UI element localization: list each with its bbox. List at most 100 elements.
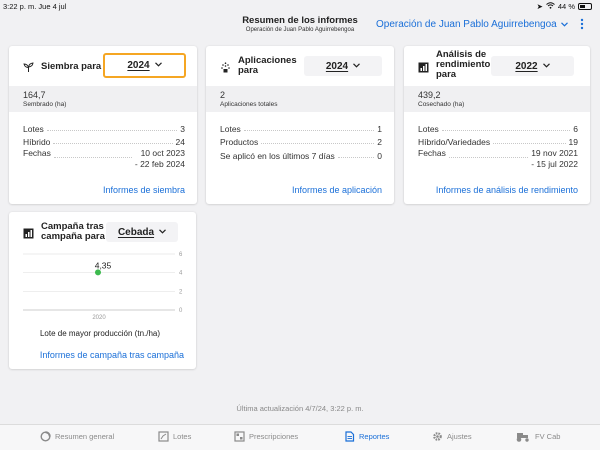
page-title: Resumen de los informes Operación de Jua… xyxy=(234,15,366,33)
tab-fields[interactable]: Lotes xyxy=(158,431,191,442)
status-time-date: 3:22 p. m. Jue 4 jul xyxy=(3,2,67,11)
planting-rows: Lotes 3 Híbrido 24 Fechas 10 oct 2023 - … xyxy=(23,120,185,170)
row-label: Lotes xyxy=(418,123,439,134)
card-applications: Aplicaciones para 2024 2 Aplicaciones to… xyxy=(206,46,394,204)
chart-y-tick-label: 6 xyxy=(179,252,183,258)
card-yield-label: Análisis de rendimiento para xyxy=(436,50,490,80)
date-start: 19 nov 2021 xyxy=(531,148,578,158)
tab-label: Resumen general xyxy=(55,432,115,441)
location-icon: ➤ xyxy=(536,2,543,11)
row-value: 6 xyxy=(573,123,578,134)
planting-reports-link[interactable]: Informes de siembra xyxy=(103,185,185,195)
applications-rows: Lotes 1 Productos 2 Se aplicó en los últ… xyxy=(220,120,382,161)
planting-metric: 164,7 Sembrado (ha) xyxy=(9,86,197,112)
operation-selector[interactable]: Operación de Juan Pablo Aguirrebengoa xyxy=(376,19,568,30)
last-update-text: Última actualización 4/7/24, 3:22 p. m. xyxy=(236,404,364,413)
summary-icon xyxy=(40,431,51,442)
card-planting-label: Siembra para xyxy=(41,61,102,72)
applications-metric-value: 2 xyxy=(220,90,226,100)
row-label: Híbrido/Variedades xyxy=(418,137,491,147)
list-item: Híbrido 24 xyxy=(23,134,185,147)
row-value: 19 xyxy=(568,137,578,147)
applications-year-value: 2024 xyxy=(325,60,349,72)
yield-reports-link[interactable]: Informes de análisis de rendimiento xyxy=(436,185,578,195)
tab-settings[interactable]: Ajustes xyxy=(432,431,472,442)
tab-label: Reportes xyxy=(359,432,390,441)
operation-selector-label: Operación de Juan Pablo Aguirrebengoa xyxy=(376,19,557,30)
tab-reports[interactable]: Reportes xyxy=(344,431,389,442)
tab-equipment[interactable]: FV Cab xyxy=(515,431,560,442)
row-value: 1 xyxy=(377,123,382,134)
list-item: Lotes 1 xyxy=(220,120,382,134)
row-label: Híbrido xyxy=(23,137,51,147)
label-line: para xyxy=(436,69,457,80)
planting-year-selector[interactable]: 2024 xyxy=(103,53,186,78)
card-yield-analysis: Análisis de rendimiento para 2022 439,2 … xyxy=(404,46,590,204)
list-item: Lotes 3 xyxy=(23,120,185,134)
prescriptions-icon xyxy=(234,431,245,442)
list-item: Lotes 6 xyxy=(418,120,578,134)
row-value: 24 xyxy=(175,137,185,147)
applications-year-selector[interactable]: 2024 xyxy=(304,56,382,76)
row-label: Se aplicó en los últimos 7 días xyxy=(220,150,335,161)
season-reports-link[interactable]: Informes de campaña tras campaña xyxy=(40,350,184,360)
tab-label: Ajustes xyxy=(447,432,472,441)
fields-icon xyxy=(158,431,169,442)
chevron-down-icon xyxy=(159,228,166,236)
chevron-down-icon xyxy=(560,19,568,30)
list-item: Fechas 19 nov 2021 - 15 jul 2022 xyxy=(418,148,578,170)
date-start: 10 oct 2023 xyxy=(140,148,185,158)
tab-label: FV Cab xyxy=(535,432,561,441)
battery-percent: 44 % xyxy=(557,2,575,11)
chart-x-tick-label: 2020 xyxy=(92,315,106,321)
tab-label: Lotes xyxy=(173,432,192,441)
status-bar: 3:22 p. m. Jue 4 jul ➤ 44 % xyxy=(0,0,600,12)
planting-metric-value: 164,7 xyxy=(23,90,46,100)
row-label: Fechas xyxy=(23,148,51,158)
card-season-header: Campaña tras campaña para Cebada xyxy=(9,212,196,248)
tab-bar: Resumen general Lotes Prescripciones Rep… xyxy=(0,424,600,450)
card-season-label: Campaña tras campaña para xyxy=(41,222,105,242)
yield-metric-unit: Cosechado (ha) xyxy=(418,101,465,108)
row-value: 19 nov 2021 - 15 jul 2022 xyxy=(531,148,578,170)
yield-year-selector[interactable]: 2022 xyxy=(491,56,574,76)
crop-selector[interactable]: Cebada xyxy=(106,222,178,242)
list-item: Híbrido/Variedades 19 xyxy=(418,134,578,147)
label-line: para xyxy=(238,65,259,76)
row-label: Lotes xyxy=(220,123,241,134)
more-options-icon[interactable] xyxy=(579,18,585,30)
page-subtitle: Operación de Juan Pablo Aguirrebengoa xyxy=(245,27,355,33)
bar-chart-icon xyxy=(23,226,34,239)
list-item: Productos 2 xyxy=(220,134,382,147)
bar-chart-icon xyxy=(418,60,429,73)
crop-value: Cebada xyxy=(117,226,155,238)
yield-metric: 439,2 Cosechado (ha) xyxy=(404,86,590,112)
label-line: campaña para xyxy=(41,231,105,242)
planting-year-value: 2024 xyxy=(127,60,150,71)
sprout-icon xyxy=(23,60,34,72)
chart-data-label: 4,35 xyxy=(95,260,112,270)
yield-rows: Lotes 6 Híbrido/Variedades 19 Fechas 19 … xyxy=(418,120,578,170)
nav-header: Resumen de los informes Operación de Jua… xyxy=(0,12,600,42)
tab-label: Prescripciones xyxy=(249,432,299,441)
page-title-text: Resumen de los informes xyxy=(242,15,358,26)
spray-icon xyxy=(220,60,231,73)
row-label: Fechas xyxy=(418,148,446,158)
wifi-icon xyxy=(546,2,555,11)
tab-summary[interactable]: Resumen general xyxy=(40,431,114,442)
yield-metric-value: 439,2 xyxy=(418,90,441,100)
application-reports-link[interactable]: Informes de aplicación xyxy=(292,185,382,195)
card-planting: Siembra para 2024 164,7 Sembrado (ha) Lo… xyxy=(9,46,197,204)
row-value: 3 xyxy=(180,123,185,134)
chart-y-tick-label: 0 xyxy=(179,308,183,314)
chevron-down-icon xyxy=(542,62,550,70)
applications-metric: 2 Aplicaciones totales xyxy=(206,86,394,112)
tab-prescriptions[interactable]: Prescripciones xyxy=(234,431,298,442)
chart-y-tick-label: 2 xyxy=(179,289,183,295)
gear-icon xyxy=(432,431,443,442)
row-label: Productos xyxy=(220,137,259,147)
chevron-down-icon xyxy=(353,62,361,70)
status-right: ➤ 44 % xyxy=(537,2,592,11)
row-label: Lotes xyxy=(23,123,44,134)
yield-year-value: 2022 xyxy=(515,60,538,72)
